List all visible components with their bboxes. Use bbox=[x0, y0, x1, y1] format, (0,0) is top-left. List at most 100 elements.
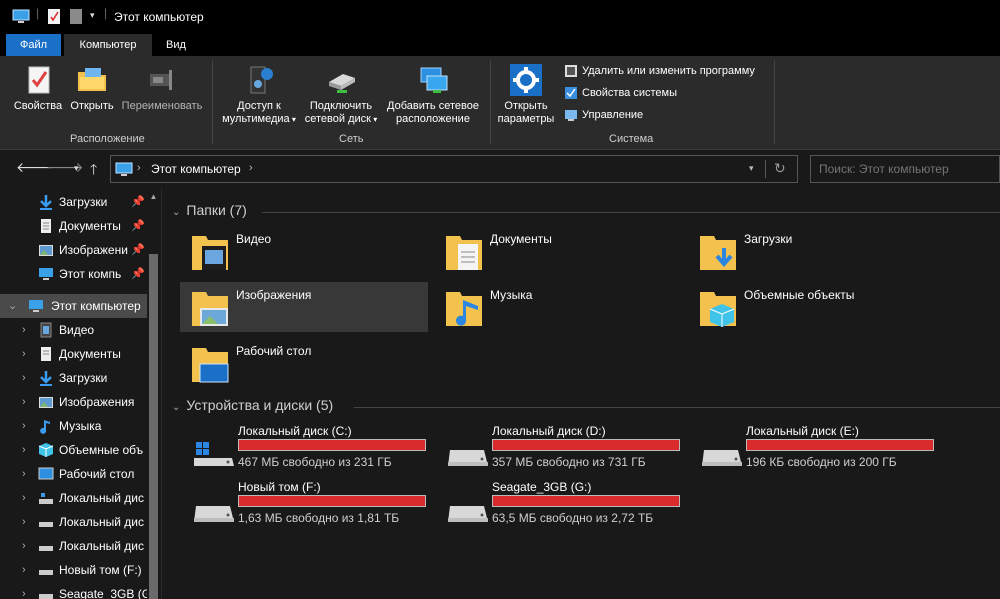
documents-folder-icon bbox=[446, 236, 482, 270]
sidebar-item-music[interactable]: › Музыка bbox=[0, 414, 147, 438]
sidebar-item-videos[interactable]: › Видео bbox=[0, 318, 147, 342]
sidebar-item-downloads[interactable]: › Загрузки bbox=[0, 366, 147, 390]
open-button[interactable]: Открыть bbox=[66, 64, 118, 113]
folder-downloads[interactable]: Загрузки bbox=[688, 226, 936, 276]
drive-e[interactable]: Локальный диск (E:) 196 КБ свободно из 2… bbox=[690, 424, 944, 474]
expand-chevron-icon[interactable]: › bbox=[22, 414, 26, 438]
folder-label: Изображения bbox=[236, 288, 312, 302]
window-title: Этот компьютер bbox=[114, 10, 204, 24]
sidebar-item-drive-d[interactable]: › Локальный дис bbox=[0, 510, 147, 534]
scrollbar-thumb[interactable] bbox=[149, 254, 158, 599]
breadcrumb-chevron-icon[interactable]: › bbox=[137, 162, 141, 174]
expand-chevron-icon[interactable]: › bbox=[22, 486, 26, 510]
properties-button[interactable]: Свойства bbox=[8, 64, 68, 113]
customize-quick-access-icon[interactable]: ▾ bbox=[90, 10, 95, 21]
computer-icon[interactable] bbox=[12, 9, 30, 24]
scroll-up-arrow-icon[interactable]: ▲ bbox=[147, 192, 160, 201]
drive-usage-bar bbox=[238, 495, 426, 507]
rename-button[interactable]: Переименовать bbox=[118, 64, 206, 113]
sidebar-item-this-pc-pinned[interactable]: Этот компь 📌 bbox=[0, 262, 147, 286]
manage-label: Управление bbox=[582, 109, 644, 121]
expand-chevron-icon[interactable]: ⌄ bbox=[8, 294, 17, 318]
folder-3d-objects[interactable]: Объемные объекты bbox=[688, 282, 936, 332]
drive-icon bbox=[39, 546, 53, 551]
folder-label: Объемные объекты bbox=[744, 288, 855, 302]
map-drive-button[interactable]: Подключить сетевой диск ▾ bbox=[302, 64, 380, 126]
refresh-icon[interactable]: ↻ bbox=[765, 160, 786, 178]
sidebar-item-drive-e[interactable]: › Локальный дис bbox=[0, 534, 147, 558]
folder-video[interactable]: Видео bbox=[180, 226, 428, 276]
expand-chevron-icon[interactable]: › bbox=[22, 390, 26, 414]
sidebar-item-documents[interactable]: › Документы bbox=[0, 342, 147, 366]
folder-music[interactable]: Музыка bbox=[434, 282, 682, 332]
sidebar-item-documents-pinned[interactable]: Документы 📌 bbox=[0, 214, 147, 238]
drives-section-header[interactable]: ⌄ Устройства и диски (5) bbox=[172, 397, 333, 413]
expand-chevron-icon[interactable]: › bbox=[22, 462, 26, 486]
folder-desktop[interactable]: Рабочий стол bbox=[180, 338, 428, 388]
3d-objects-folder-icon bbox=[700, 292, 736, 327]
collapse-chevron-icon[interactable]: ⌄ bbox=[172, 402, 180, 413]
expand-chevron-icon[interactable]: › bbox=[22, 366, 26, 390]
folder-pictures[interactable]: Изображения bbox=[180, 282, 428, 332]
breadcrumb[interactable]: Этот компьютер bbox=[151, 162, 241, 176]
manage-button[interactable]: Управление bbox=[564, 106, 643, 124]
pictures-icon bbox=[39, 397, 53, 408]
folder-label: Рабочий стол bbox=[236, 344, 312, 358]
ribbon: Свойства Открыть Переименовать Расположе… bbox=[0, 56, 1000, 150]
uninstall-program-button[interactable]: Удалить или изменить программу bbox=[564, 62, 755, 80]
search-input[interactable] bbox=[810, 155, 1000, 183]
folder-documents[interactable]: Документы bbox=[434, 226, 682, 276]
properties-quick-icon[interactable] bbox=[48, 9, 60, 24]
expand-chevron-icon[interactable]: › bbox=[22, 342, 26, 366]
group-location-label: Расположение bbox=[70, 133, 145, 145]
sidebar-item-3d-objects[interactable]: › Объемные объ bbox=[0, 438, 147, 462]
drive-free-space: 1,63 МБ свободно из 1,81 ТБ bbox=[238, 511, 400, 525]
drive-d[interactable]: Локальный диск (D:) 357 МБ свободно из 7… bbox=[436, 424, 690, 474]
sidebar-item-drive-c[interactable]: › Локальный дис bbox=[0, 486, 147, 510]
add-network-location-button[interactable]: Добавить сетевое расположение bbox=[382, 64, 484, 126]
properties-label: Свойства bbox=[13, 100, 63, 112]
media-access-button[interactable]: Доступ к мультимедиа ▾ bbox=[218, 64, 300, 126]
expand-chevron-icon[interactable]: › bbox=[22, 558, 26, 582]
ribbon-separator bbox=[212, 60, 213, 144]
expand-chevron-icon[interactable]: › bbox=[22, 318, 26, 342]
drive-usage-bar bbox=[746, 439, 934, 451]
sidebar-item-downloads-pinned[interactable]: Загрузки 📌 bbox=[0, 190, 147, 214]
drive-g[interactable]: Seagate_3GB (G:) 63,5 МБ свободно из 2,7… bbox=[436, 480, 690, 530]
expand-chevron-icon[interactable]: › bbox=[22, 534, 26, 558]
system-properties-button[interactable]: Свойства системы bbox=[564, 84, 677, 102]
up-arrow-icon[interactable]: 🡑 bbox=[90, 159, 97, 183]
pin-icon: 📌 bbox=[131, 196, 145, 208]
expand-chevron-icon[interactable]: › bbox=[22, 510, 26, 534]
sidebar-item-desktop[interactable]: › Рабочий стол bbox=[0, 462, 147, 486]
sidebar-item-label: Этот компь bbox=[59, 267, 122, 281]
address-bar[interactable]: › Этот компьютер › ▾ ↻ bbox=[110, 155, 798, 183]
music-note-icon bbox=[40, 420, 50, 434]
drive-usage-bar bbox=[238, 439, 426, 451]
system-properties-label: Свойства системы bbox=[582, 87, 678, 99]
recent-locations-chevron-icon[interactable]: ▾ bbox=[74, 163, 79, 174]
open-settings-button[interactable]: Открыть параметры bbox=[494, 64, 558, 126]
expand-chevron-icon[interactable]: › bbox=[22, 582, 26, 599]
expand-chevron-icon[interactable]: › bbox=[22, 438, 26, 462]
address-dropdown-icon[interactable]: ▾ bbox=[749, 163, 754, 174]
media-access-label-2: мультимедиа bbox=[222, 113, 290, 125]
drive-c[interactable]: Локальный диск (C:) 467 МБ свободно из 2… bbox=[182, 424, 436, 474]
folders-section-header[interactable]: ⌄ Папки (7) bbox=[172, 202, 247, 218]
sidebar-item-label: Музыка bbox=[59, 419, 102, 433]
sidebar-item-pictures[interactable]: › Изображения bbox=[0, 390, 147, 414]
tab-view[interactable]: Вид bbox=[156, 34, 196, 56]
breadcrumb-chevron-icon[interactable]: › bbox=[249, 162, 253, 174]
new-folder-quick-icon[interactable] bbox=[70, 9, 82, 24]
sidebar-item-drive-f[interactable]: › Новый том (F:) bbox=[0, 558, 147, 582]
drive-f[interactable]: Новый том (F:) 1,63 МБ свободно из 1,81 … bbox=[182, 480, 436, 530]
sidebar-item-this-pc[interactable]: ⌄ Этот компьютер bbox=[0, 294, 147, 318]
sidebar-scrollbar[interactable]: ▲ bbox=[147, 188, 160, 599]
sidebar-item-pictures-pinned[interactable]: Изображени 📌 bbox=[0, 238, 147, 262]
folder-label: Видео bbox=[236, 232, 272, 246]
drive-free-space: 196 КБ свободно из 200 ГБ bbox=[746, 455, 897, 469]
sidebar-item-drive-g[interactable]: › Seagate_3GB (G: bbox=[0, 582, 147, 599]
tab-computer[interactable]: Компьютер bbox=[64, 34, 152, 56]
collapse-chevron-icon[interactable]: ⌄ bbox=[172, 207, 180, 218]
tab-file[interactable]: Файл bbox=[6, 34, 61, 56]
